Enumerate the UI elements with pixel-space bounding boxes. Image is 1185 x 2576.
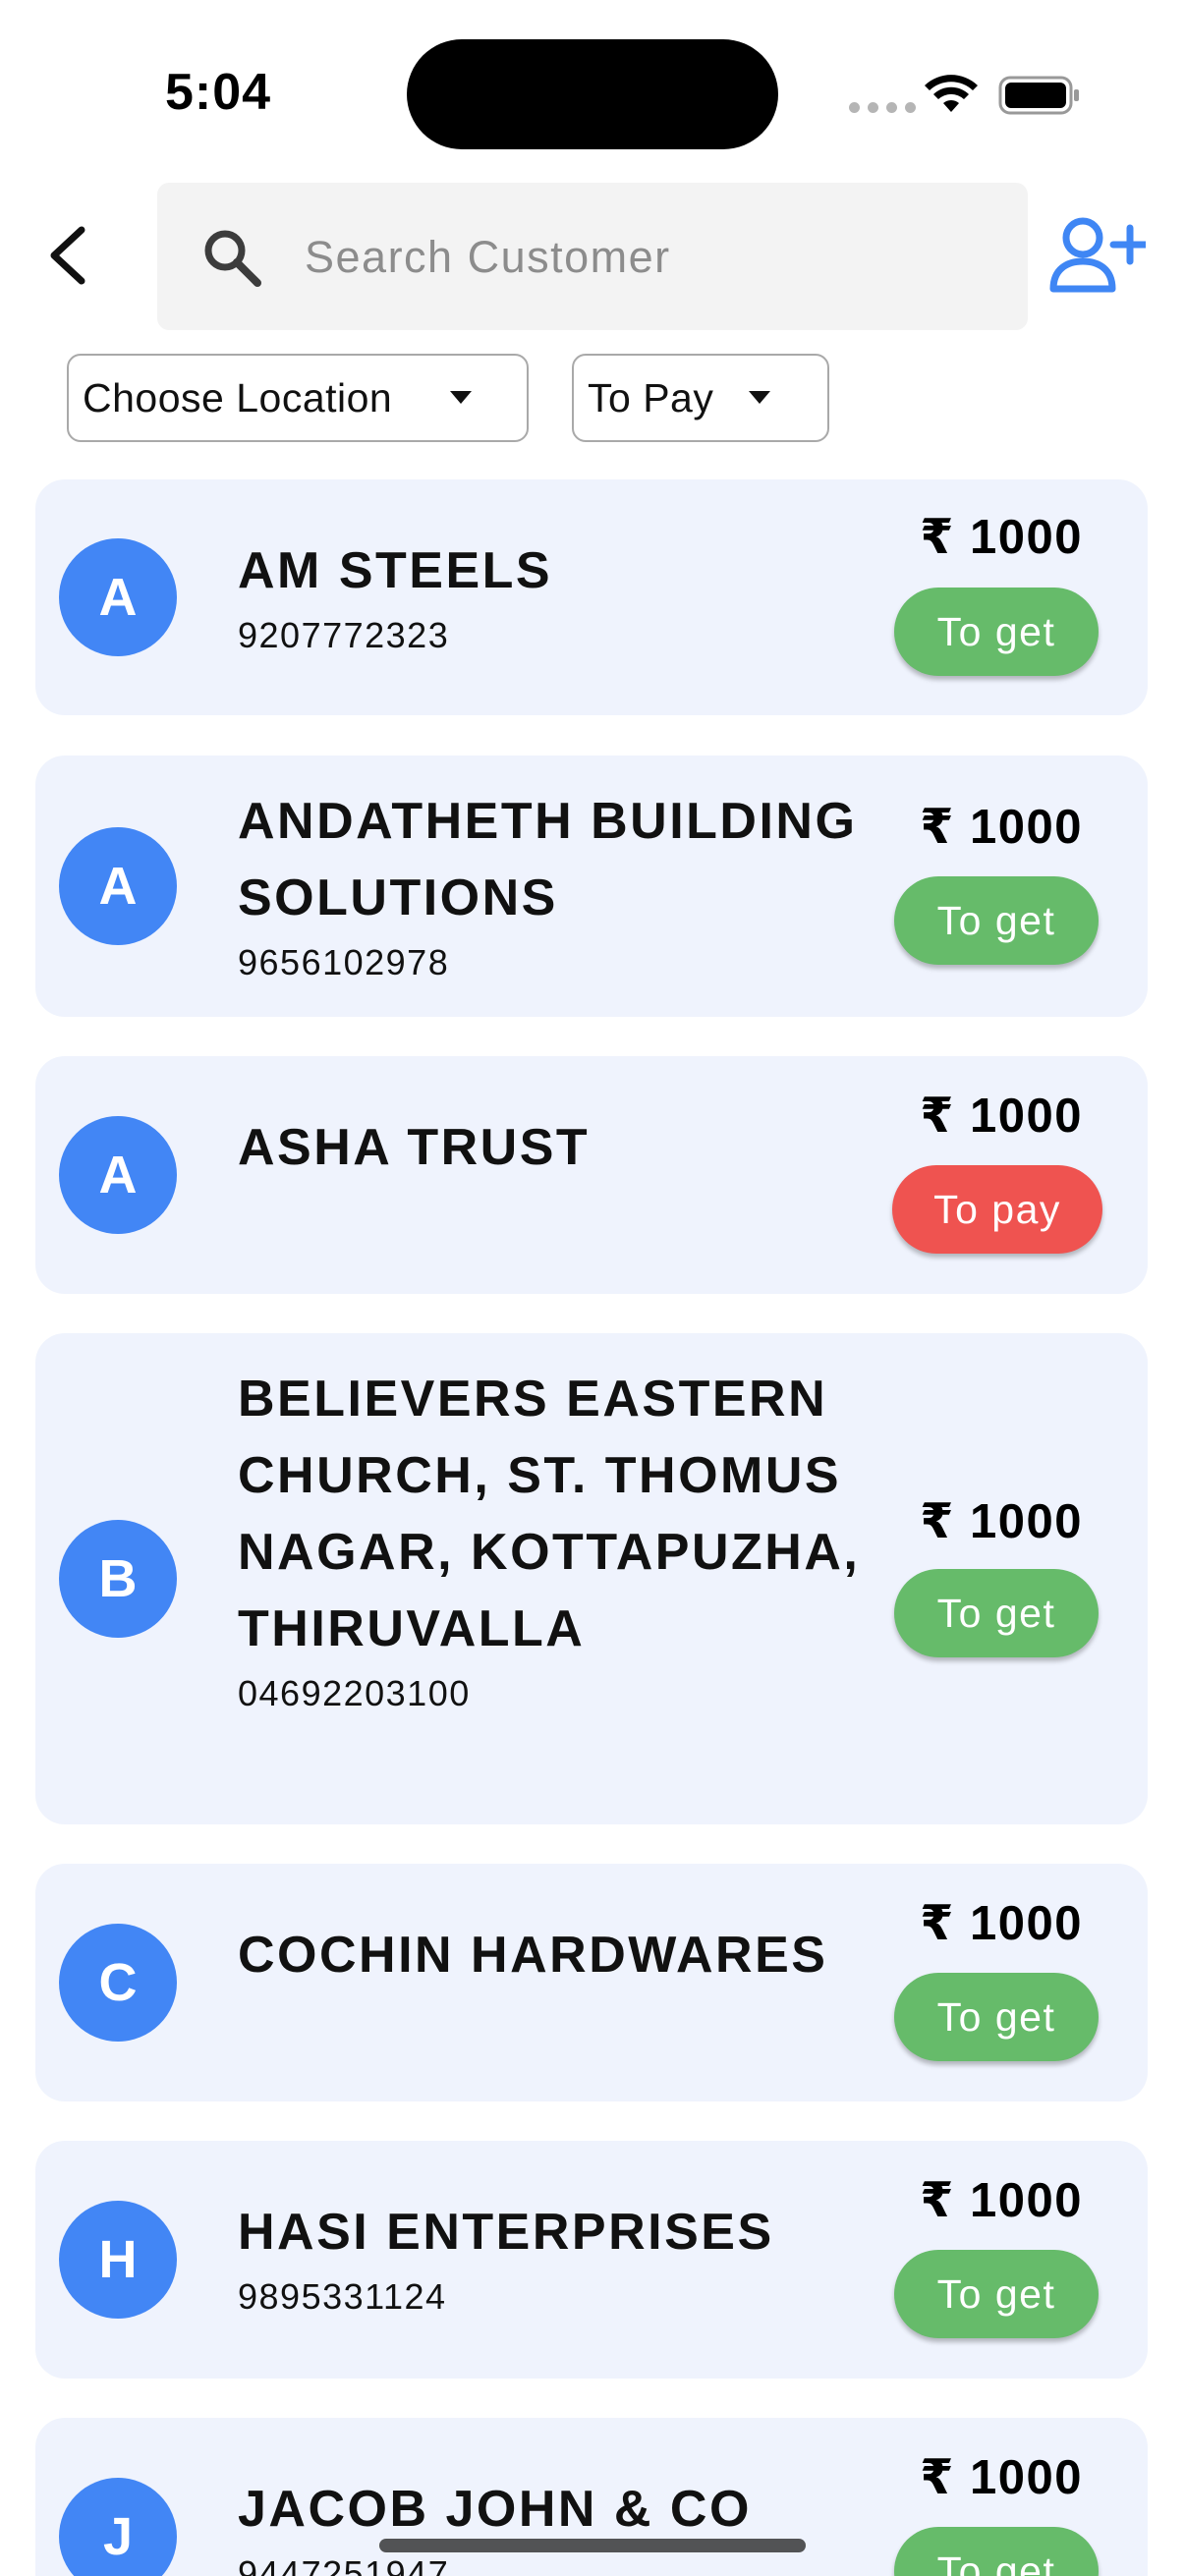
avatar: J bbox=[59, 2478, 177, 2576]
avatar: C bbox=[59, 1924, 177, 2042]
caret-down-icon bbox=[749, 391, 770, 404]
status-badge[interactable]: To get bbox=[894, 588, 1099, 676]
customer-name: JACOB JOHN & CO bbox=[238, 2481, 752, 2538]
add-person-icon bbox=[1049, 217, 1150, 293]
customer-card[interactable]: C COCHIN HARDWARES ₹ 1000 To get bbox=[35, 1864, 1148, 2101]
search-icon bbox=[204, 230, 261, 287]
pay-type-filter-dropdown[interactable]: To Pay bbox=[572, 354, 829, 442]
chevron-left-icon bbox=[50, 226, 85, 285]
home-indicator[interactable] bbox=[379, 2539, 806, 2552]
wifi-icon bbox=[925, 75, 978, 112]
caret-down-icon bbox=[450, 391, 472, 404]
customer-name: ASHA TRUST bbox=[238, 1119, 591, 1176]
customer-phone: 9656102978 bbox=[238, 942, 450, 982]
customer-card[interactable]: A AM STEELS 9207772323 ₹ 1000 To get bbox=[35, 479, 1148, 715]
avatar: A bbox=[59, 827, 177, 945]
add-customer-button[interactable] bbox=[1047, 214, 1150, 297]
customer-card[interactable]: A ANDATHETH BUILDING SOLUTIONS 965610297… bbox=[35, 756, 1148, 1017]
customer-phone: 9895331124 bbox=[238, 2276, 447, 2317]
customer-amount: ₹ 1000 bbox=[920, 1495, 1083, 1548]
dynamic-island bbox=[407, 39, 778, 149]
back-button[interactable] bbox=[29, 216, 104, 295]
status-time: 5:04 bbox=[165, 64, 272, 121]
avatar: H bbox=[59, 2201, 177, 2319]
avatar: A bbox=[59, 1116, 177, 1234]
status-badge[interactable]: To get bbox=[894, 876, 1099, 965]
battery-icon bbox=[998, 76, 1079, 115]
customer-phone: 04692203100 bbox=[238, 1673, 471, 1713]
customer-name: ANDATHETH BUILDING SOLUTIONS bbox=[238, 793, 858, 926]
customer-card[interactable]: H HASI ENTERPRISES 9895331124 ₹ 1000 To … bbox=[35, 2141, 1148, 2379]
avatar: A bbox=[59, 538, 177, 656]
status-badge[interactable]: To get bbox=[894, 2250, 1099, 2338]
customer-phone: 9447251947 bbox=[238, 2553, 450, 2576]
status-badge[interactable]: To get bbox=[894, 1973, 1099, 2061]
status-bar: 5:04 bbox=[0, 0, 1185, 177]
customer-phone: 9207772323 bbox=[238, 615, 450, 655]
status-badge[interactable]: To get bbox=[894, 1569, 1099, 1657]
customer-amount: ₹ 1000 bbox=[920, 511, 1083, 564]
search-input[interactable] bbox=[305, 224, 992, 291]
search-bar[interactable] bbox=[157, 183, 1028, 330]
customer-list-screen: 5:04 Search Customer Choose Location To … bbox=[0, 0, 1185, 2576]
customer-name: AM STEELS bbox=[238, 542, 553, 599]
cellular-signal-icon bbox=[849, 102, 916, 113]
status-badge[interactable]: To get bbox=[894, 2527, 1099, 2576]
avatar: B bbox=[59, 1520, 177, 1638]
location-filter-dropdown[interactable]: Choose Location bbox=[67, 354, 529, 442]
customer-name: HASI ENTERPRISES bbox=[238, 2204, 774, 2261]
customer-card[interactable]: A ASHA TRUST ₹ 1000 To pay bbox=[35, 1056, 1148, 1294]
customer-amount: ₹ 1000 bbox=[920, 1897, 1083, 1950]
location-filter-label: Choose Location bbox=[83, 374, 393, 420]
customer-amount: ₹ 1000 bbox=[920, 2174, 1083, 2227]
customer-name: BELIEVERS EASTERN CHURCH, ST. THOMUS NAG… bbox=[238, 1371, 861, 1657]
customer-amount: ₹ 1000 bbox=[920, 1090, 1083, 1143]
customer-name: COCHIN HARDWARES bbox=[238, 1927, 828, 1984]
customer-card[interactable]: B BELIEVERS EASTERN CHURCH, ST. THOMUS N… bbox=[35, 1333, 1148, 1824]
pay-type-filter-label: To Pay bbox=[588, 374, 714, 420]
customer-amount: ₹ 1000 bbox=[920, 801, 1083, 854]
status-badge[interactable]: To pay bbox=[892, 1165, 1102, 1254]
customer-amount: ₹ 1000 bbox=[920, 2451, 1083, 2504]
